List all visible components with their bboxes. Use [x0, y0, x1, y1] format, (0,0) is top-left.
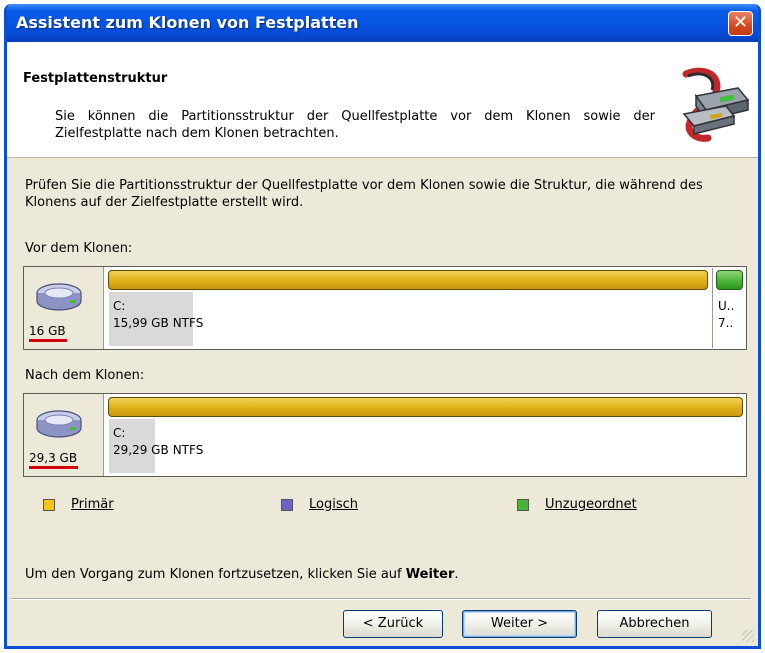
- title-bar[interactable]: Assistent zum Klonen von Festplatten ✕: [7, 4, 758, 42]
- disk-map-before: 16 GB C: 15,99 GB NTFS U.. 7..: [23, 266, 747, 350]
- back-button[interactable]: < Zurück: [343, 610, 443, 638]
- button-separator: [11, 598, 751, 600]
- partition-fs: NTFS: [172, 316, 204, 330]
- wizard-header: Festplattenstruktur Sie können die Parti…: [7, 42, 758, 158]
- instruction-end: .: [454, 567, 459, 582]
- partition-c-after[interactable]: C: 29,29 GB NTFS: [105, 395, 746, 475]
- disk-info-after[interactable]: 29,3 GB: [24, 394, 104, 476]
- partition-fs: NTFS: [172, 443, 204, 457]
- page-title: Festplattenstruktur: [23, 71, 168, 86]
- page-description: Sie können die Partitionsstruktur der Qu…: [55, 109, 655, 141]
- legend-primary-label: Primär: [71, 497, 114, 512]
- logical-color-swatch: [281, 499, 293, 511]
- hard-disk-icon: [36, 410, 82, 438]
- partition-bar-unallocated: [716, 270, 743, 290]
- resize-grip[interactable]: [742, 630, 754, 642]
- partition-size: 7..: [718, 316, 734, 330]
- after-cloning-label: Nach dem Klonen:: [25, 368, 145, 383]
- disk-size-before: 16 GB: [29, 324, 67, 342]
- partition-size: 15,99 GB: [113, 316, 169, 330]
- partition-letter: C:: [113, 426, 126, 440]
- disk-map-after: 29,3 GB C: 29,29 GB NTFS: [23, 393, 747, 477]
- intro-text: Prüfen Sie die Partitionsstruktur der Qu…: [25, 178, 703, 210]
- continue-instruction: Um den Vorgang zum Klonen fortzusetzen, …: [25, 567, 459, 582]
- partition-letter: U..: [718, 299, 735, 313]
- unallocated-color-swatch: [517, 499, 529, 511]
- partition-bar-primary: [108, 397, 743, 417]
- hard-disk-icon: [36, 283, 82, 311]
- legend-logical-label: Logisch: [309, 497, 358, 512]
- disk-size-after: 29,3 GB: [29, 451, 79, 469]
- partition-details: C: 29,29 GB NTFS: [113, 425, 203, 459]
- primary-color-swatch: [43, 499, 55, 511]
- disk-clone-icon: [682, 67, 750, 142]
- partition-c-before[interactable]: C: 15,99 GB NTFS: [105, 268, 711, 348]
- partition-details: C: 15,99 GB NTFS: [113, 298, 203, 332]
- disk-info-before[interactable]: 16 GB: [24, 267, 104, 349]
- next-button[interactable]: Weiter >: [462, 610, 577, 638]
- clone-wizard-window: Assistent zum Klonen von Festplatten ✕ F…: [4, 4, 761, 649]
- partition-letter: C:: [113, 299, 126, 313]
- instruction-text: Um den Vorgang zum Klonen fortzusetzen, …: [25, 567, 406, 582]
- partition-bar-primary: [108, 270, 708, 290]
- instruction-bold: Weiter: [405, 567, 455, 582]
- window-title: Assistent zum Klonen von Festplatten: [16, 13, 359, 32]
- cancel-button[interactable]: Abbrechen: [597, 610, 712, 638]
- legend-unallocated-label: Unzugeordnet: [545, 497, 637, 512]
- before-cloning-label: Vor dem Klonen:: [25, 241, 133, 256]
- close-button[interactable]: ✕: [728, 11, 753, 36]
- partition-size: 29,29 GB: [113, 443, 169, 457]
- partition-unallocated-before[interactable]: U.. 7..: [712, 268, 746, 348]
- partition-details: U.. 7..: [718, 298, 734, 332]
